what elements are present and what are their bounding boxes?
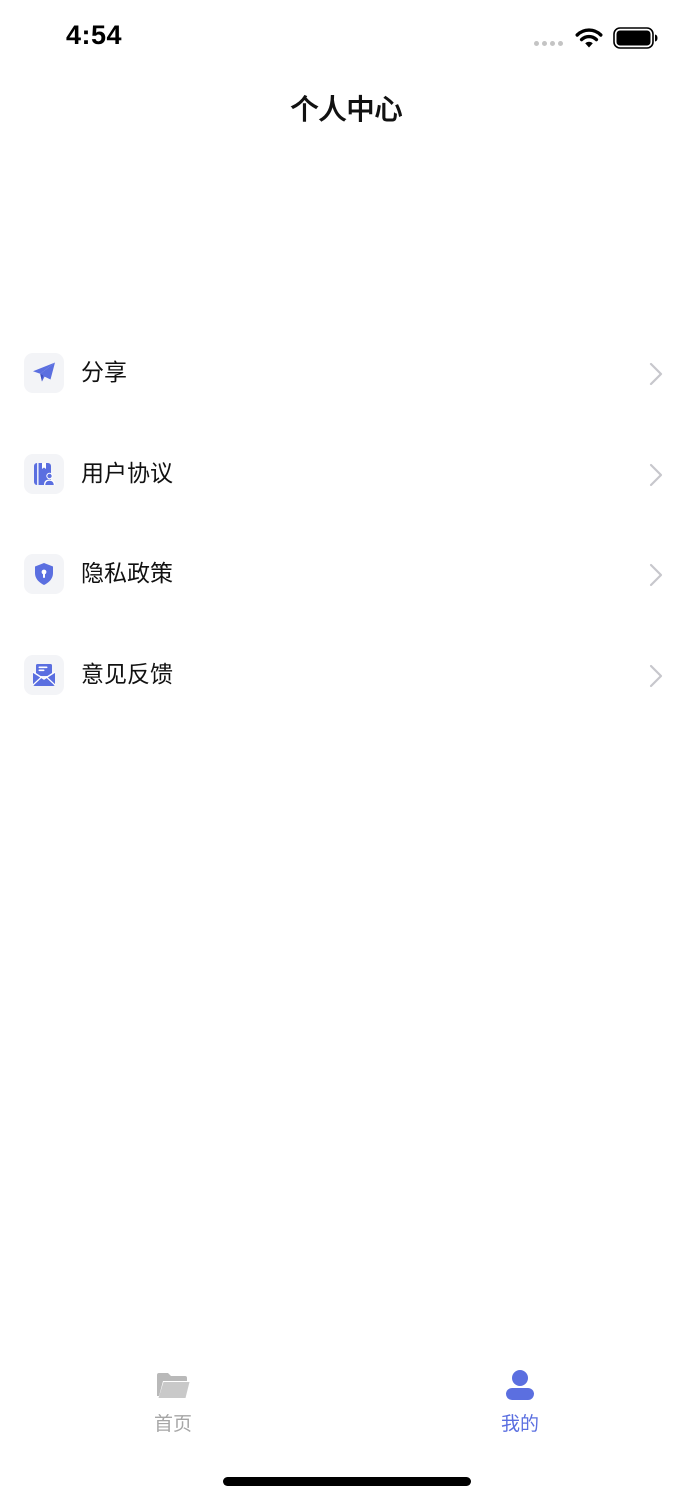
home-indicator [223, 1477, 471, 1486]
menu-icon-container [24, 453, 64, 494]
menu-item-user-agreement[interactable]: 用户协议 [0, 444, 693, 545]
status-time: 4:54 [66, 20, 123, 50]
menu-icon-container [24, 353, 64, 393]
menu-icon-container [24, 654, 64, 695]
tab-home[interactable]: 首页 [103, 1360, 243, 1440]
tab-mine[interactable]: 我的 [450, 1360, 590, 1440]
menu-item-privacy-policy[interactable]: 隐私政策 [0, 544, 693, 645]
chevron-right-icon [649, 463, 663, 486]
chevron-right-icon [649, 362, 663, 386]
user-icon [506, 1370, 534, 1400]
chevron-right-icon [649, 664, 663, 687]
folder-icon [157, 1373, 190, 1398]
paper-plane-icon [33, 362, 55, 382]
menu-item-label: 用户协议 [81, 460, 173, 487]
shield-icon [35, 563, 53, 585]
envelope-icon [32, 663, 56, 686]
menu-item-label: 分享 [81, 360, 127, 386]
tab-label: 首页 [153, 1413, 192, 1435]
cellular-signal-icon [534, 41, 566, 47]
menu-item-share[interactable]: 分享 [0, 343, 693, 444]
wifi-icon [575, 28, 603, 48]
status-bar: 4:54 [0, 0, 693, 80]
page-title: 个人中心 [290, 93, 403, 126]
menu-list: 分享 用户协议 隐私政策 意见反馈 [0, 343, 693, 745]
menu-item-label: 隐私政策 [81, 561, 173, 587]
menu-item-label: 意见反馈 [81, 661, 173, 688]
user-agreement-icon [34, 462, 55, 485]
battery-icon [613, 27, 658, 49]
menu-icon-container [24, 554, 64, 594]
chevron-right-icon [649, 563, 663, 587]
tab-bar: 首页 我的 [0, 1360, 693, 1450]
tab-label: 我的 [500, 1413, 539, 1435]
menu-item-feedback[interactable]: 意见反馈 [0, 645, 693, 746]
